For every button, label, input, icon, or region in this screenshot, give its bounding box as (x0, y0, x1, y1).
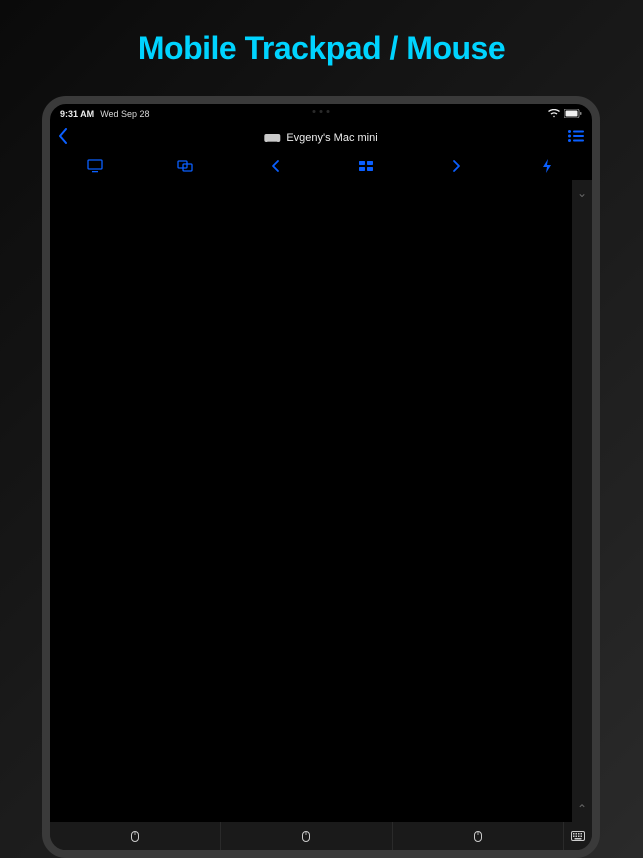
toolbar (50, 152, 592, 180)
status-time: 9:31 AM (60, 109, 94, 119)
camera-assembly (313, 110, 330, 113)
list-button[interactable] (568, 129, 584, 147)
chevron-down-icon: ⌄ (577, 186, 587, 200)
mac-mini-icon (264, 134, 280, 142)
bottom-bar (50, 822, 592, 850)
trackpad-surface[interactable] (50, 180, 572, 822)
bolt-button[interactable] (527, 156, 567, 176)
windows-button[interactable] (165, 156, 205, 176)
wifi-icon (548, 109, 560, 120)
status-date: Wed Sep 28 (100, 109, 149, 119)
keyboard-button[interactable] (564, 822, 592, 850)
back-button[interactable] (58, 128, 78, 149)
content-area: ⌄ ⌃ (50, 180, 592, 822)
left-mouse-button[interactable] (50, 822, 220, 850)
scroll-panel[interactable]: ⌄ ⌃ (572, 180, 592, 822)
promo-title: Mobile Trackpad / Mouse (0, 0, 643, 67)
device-name-label: Evgeny's Mac mini (286, 132, 377, 144)
next-button[interactable] (436, 156, 476, 176)
middle-mouse-button[interactable] (221, 822, 391, 850)
right-mouse-button[interactable] (393, 822, 563, 850)
spaces-button[interactable] (346, 156, 386, 176)
navigation-bar: Evgeny's Mac mini (50, 124, 592, 152)
status-bar: 9:31 AM Wed Sep 28 (50, 104, 592, 124)
ipad-device-frame: 9:31 AM Wed Sep 28 Evgeny's Mac mini (42, 96, 600, 858)
battery-icon (564, 109, 582, 120)
chevron-up-icon: ⌃ (577, 802, 587, 816)
display-button[interactable] (75, 156, 115, 176)
prev-button[interactable] (256, 156, 296, 176)
